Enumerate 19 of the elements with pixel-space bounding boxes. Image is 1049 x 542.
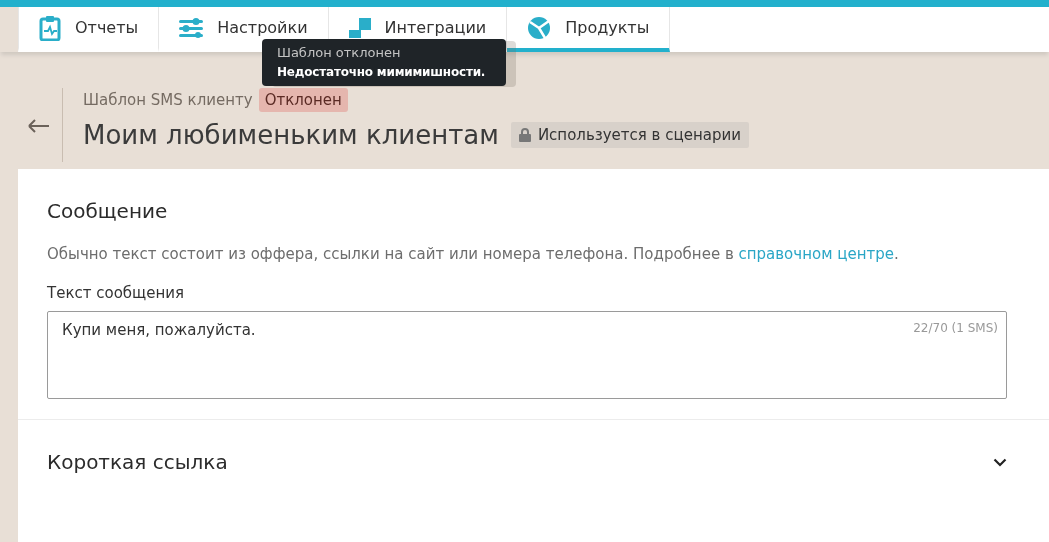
- nav-tab[interactable]: Продукты: [507, 7, 671, 52]
- section-heading: Сообщение: [47, 199, 169, 223]
- field-label: Текст сообщения: [47, 284, 185, 302]
- lock-badge: Используется в сценарии: [510, 122, 749, 148]
- section-description: Обычно текст состоит из оффера, ссылки на сайт или номера телефона. Подробнее в справочном центре.: [47, 245, 900, 263]
- back-arrow-icon: [28, 119, 50, 133]
- pie-chart-icon: [527, 15, 552, 40]
- tooltip-text: Недостаточно мимимишности.: [277, 64, 486, 80]
- lock-icon: [518, 128, 531, 142]
- breadcrumb: Шаблон SMS клиенту: [83, 91, 253, 109]
- page-title: Моим любименьким клиентам: [83, 120, 499, 150]
- character-counter: 22/70 (1 SMS): [913, 321, 998, 335]
- blocks-icon: [348, 17, 371, 38]
- nav-tab[interactable]: Отчеты: [18, 7, 160, 52]
- collapsible-header[interactable]: Короткая ссылка: [18, 420, 1049, 474]
- clipboard-icon: [39, 14, 61, 41]
- chevron-icon: [993, 457, 1007, 467]
- sliders-icon: [179, 17, 204, 38]
- status-badge: Отклонен: [258, 88, 348, 112]
